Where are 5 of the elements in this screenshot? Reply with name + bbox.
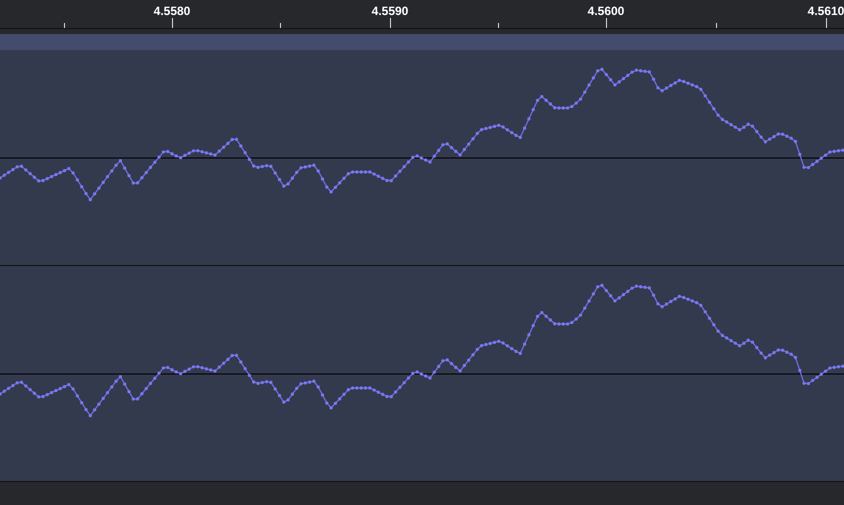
selection-bar[interactable] xyxy=(0,34,844,50)
time-label: 4.5610 xyxy=(808,4,844,18)
time-label: 4.5600 xyxy=(588,4,624,18)
time-label: 4.5580 xyxy=(154,4,190,18)
time-label: 4.5590 xyxy=(372,4,408,18)
